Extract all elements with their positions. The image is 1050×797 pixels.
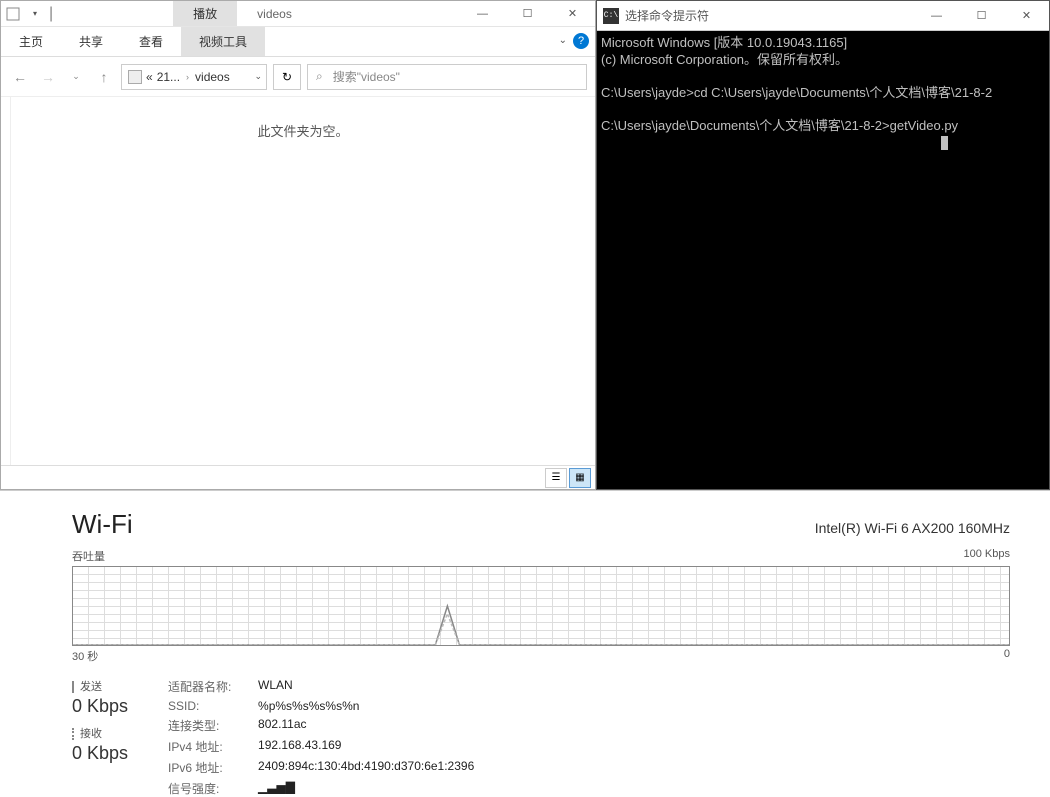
view-icons-button[interactable]: ▦ xyxy=(569,468,591,488)
cmd-icon: C:\ xyxy=(603,8,619,24)
explorer-body: 此文件夹为空。 xyxy=(1,97,595,465)
send-label: 发送 xyxy=(80,678,102,694)
cmd-output-area[interactable]: Microsoft Windows [版本 10.0.19043.1165] (… xyxy=(597,31,1049,155)
wifi-performance-panel: Wi-Fi Intel(R) Wi-Fi 6 AX200 160MHz 吞吐量 … xyxy=(0,490,1050,786)
explorer-nav-pane[interactable] xyxy=(1,97,11,465)
cmd-line: C:\Users\jayde>cd C:\Users\jayde\Documen… xyxy=(601,85,992,100)
breadcrumb-prefix: « xyxy=(146,70,153,84)
kv-value: %p%s%s%s%s%n xyxy=(258,699,474,713)
command-prompt-window: C:\ 选择命令提示符 — ☐ ✕ Microsoft Windows [版本 … xyxy=(596,0,1050,490)
send-value: 0 Kbps xyxy=(72,696,128,717)
contextual-tab-play[interactable]: 播放 xyxy=(173,1,237,26)
wifi-adapter-name: Intel(R) Wi-Fi 6 AX200 160MHz xyxy=(815,520,1010,536)
nav-back-button[interactable]: ← xyxy=(9,66,31,88)
explorer-nav-bar: ← → ⌄ ↑ « 21... › videos ⌄ ↻ ⌕ 搜索"videos… xyxy=(1,57,595,97)
close-button[interactable]: ✕ xyxy=(550,1,595,27)
ribbon-expand-icon[interactable]: ⌄ xyxy=(559,35,567,46)
kv-key: IPv4 地址: xyxy=(168,738,248,755)
signal-strength-icon: ▁▃▅▇ xyxy=(258,780,474,797)
explorer-titlebar[interactable]: ▾ | 播放 videos — ☐ ✕ xyxy=(1,1,595,27)
maximize-button[interactable]: ☐ xyxy=(505,1,550,27)
window-title: videos xyxy=(237,7,312,21)
address-bar[interactable]: « 21... › videos ⌄ xyxy=(121,64,267,90)
explorer-content-area[interactable]: 此文件夹为空。 xyxy=(11,97,595,465)
wifi-throughput-chart xyxy=(72,566,1010,646)
wifi-title: Wi-Fi xyxy=(72,509,133,540)
search-input[interactable]: ⌕ 搜索"videos" xyxy=(307,64,587,90)
throughput-label: 吞吐量 xyxy=(72,548,105,564)
minimize-button[interactable]: — xyxy=(460,1,505,27)
nav-recent-dropdown[interactable]: ⌄ xyxy=(65,66,87,88)
kv-value: 802.11ac xyxy=(258,717,474,734)
explorer-ribbon: 主页 共享 查看 视频工具 ⌄ ? xyxy=(1,27,595,57)
breadcrumb-part[interactable]: videos xyxy=(195,70,230,84)
kv-value: 2409:894c:130:4bd:4190:d370:6e1:2396 xyxy=(258,759,474,776)
nav-forward-button[interactable]: → xyxy=(37,66,59,88)
help-icon[interactable]: ? xyxy=(573,33,589,49)
search-icon: ⌕ xyxy=(316,69,323,84)
kv-key: 适配器名称: xyxy=(168,678,248,695)
view-details-button[interactable]: ☰ xyxy=(545,468,567,488)
cmd-window-title: 选择命令提示符 xyxy=(625,7,914,24)
recv-label: 接收 xyxy=(80,725,102,741)
kv-key: IPv6 地址: xyxy=(168,759,248,776)
kv-value: WLAN xyxy=(258,678,474,695)
file-explorer-window: ▾ | 播放 videos — ☐ ✕ 主页 共享 查看 视频工具 ⌄ ? ← … xyxy=(0,0,596,490)
file-icon xyxy=(5,6,21,22)
yaxis-max-label: 100 Kbps xyxy=(964,548,1010,564)
empty-folder-message: 此文件夹为空。 xyxy=(257,121,348,140)
search-placeholder: 搜索"videos" xyxy=(333,68,400,85)
breadcrumb-part[interactable]: 21... xyxy=(157,70,180,84)
ribbon-tab-view[interactable]: 查看 xyxy=(121,27,181,56)
cmd-cursor xyxy=(941,136,948,150)
recv-line xyxy=(73,614,1009,645)
nav-up-button[interactable]: ↑ xyxy=(93,66,115,88)
xaxis-right-label: 0 xyxy=(1004,648,1010,664)
dropdown-icon[interactable]: ▾ xyxy=(27,6,43,22)
wifi-rates: 发送 0 Kbps 接收 0 Kbps xyxy=(72,678,128,797)
kv-value: 192.168.43.169 xyxy=(258,738,474,755)
xaxis-left-label: 30 秒 xyxy=(72,648,98,664)
ribbon-tab-home[interactable]: 主页 xyxy=(1,27,61,56)
cmd-titlebar[interactable]: C:\ 选择命令提示符 — ☐ ✕ xyxy=(597,1,1049,31)
maximize-button[interactable]: ☐ xyxy=(959,1,1004,31)
cmd-line: (c) Microsoft Corporation。保留所有权利。 xyxy=(601,52,848,67)
kv-key: 信号强度: xyxy=(168,780,248,797)
explorer-status-bar: ☰ ▦ xyxy=(1,465,595,489)
refresh-button[interactable]: ↻ xyxy=(273,64,301,90)
kv-key: 连接类型: xyxy=(168,717,248,734)
send-line xyxy=(73,606,1009,645)
cmd-line: Microsoft Windows [版本 10.0.19043.1165] xyxy=(601,35,847,50)
wifi-properties: 适配器名称: WLAN SSID: %p%s%s%s%s%n 连接类型: 802.11… xyxy=(168,678,474,797)
chevron-right-icon: › xyxy=(184,72,191,82)
cmd-line: C:\Users\jayde\Documents\个人文档\博客\21-8-2>… xyxy=(601,118,958,133)
address-dropdown-icon[interactable]: ⌄ xyxy=(254,71,262,82)
recv-value: 0 Kbps xyxy=(72,743,128,764)
minimize-button[interactable]: — xyxy=(914,1,959,31)
kv-key: SSID: xyxy=(168,699,248,713)
folder-icon xyxy=(128,70,142,84)
ribbon-tab-video-tools[interactable]: 视频工具 xyxy=(181,27,265,56)
close-button[interactable]: ✕ xyxy=(1004,1,1049,31)
ribbon-tab-share[interactable]: 共享 xyxy=(61,27,121,56)
